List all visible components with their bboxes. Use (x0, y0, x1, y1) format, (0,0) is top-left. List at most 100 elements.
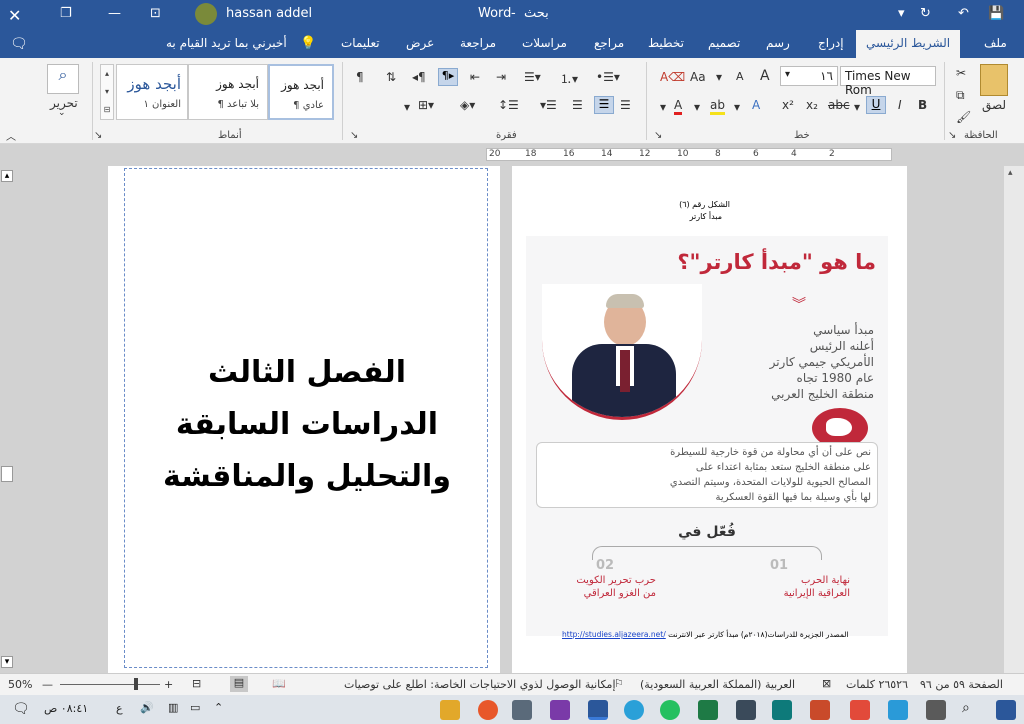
style-heading1[interactable]: أبجد هوز العنوان ١ (116, 64, 188, 120)
tab-help[interactable]: تعليمات (341, 36, 380, 50)
powerpoint-icon[interactable] (810, 700, 830, 720)
justify-icon[interactable]: ☰ (572, 98, 583, 112)
zoom-slider[interactable] (60, 684, 160, 685)
focus-icon[interactable]: ⊟ (192, 677, 201, 690)
font-color-icon[interactable]: A (674, 98, 683, 115)
zoom-out-icon[interactable]: — (42, 678, 53, 691)
italic-button[interactable]: I (898, 98, 902, 112)
visual-studio-icon[interactable] (550, 700, 570, 720)
word-taskbar-icon[interactable] (588, 700, 608, 720)
tab-design[interactable]: تصميم (708, 36, 740, 50)
dialog-launcher-icon[interactable]: ↘ (948, 130, 956, 141)
source-link[interactable]: http://studies.aljazeera.net/ (562, 630, 666, 639)
tray-chevron-icon[interactable]: ⌃ (214, 701, 223, 714)
tab-review[interactable]: مراجعة (460, 36, 496, 50)
search-icon[interactable]: ⌕ (962, 700, 982, 720)
restore-window-icon[interactable]: ❐ (60, 6, 72, 21)
accessibility-status[interactable]: إمكانية الوصول لذوي الاحتياجات الخاصة: ا… (344, 678, 616, 691)
chevron-down-icon[interactable]: ▾ (404, 100, 410, 114)
redo-icon[interactable]: ↻ (920, 6, 931, 21)
ribbon-display-options-icon[interactable]: ⊡ (150, 6, 161, 21)
tell-me-box[interactable]: أخبرني بما تريد القيام به (166, 36, 287, 50)
vertical-ruler[interactable]: ▴ (1004, 166, 1024, 673)
shading-icon[interactable]: ◈▾ (460, 98, 475, 112)
avatar[interactable] (195, 3, 217, 25)
bullets-icon[interactable]: •☰▾ (596, 70, 620, 84)
dialog-launcher-icon[interactable]: ↘ (654, 130, 662, 141)
start-icon[interactable] (996, 700, 1016, 720)
grow-font-icon[interactable]: A (760, 68, 770, 84)
user-name[interactable]: hassan addel (226, 6, 312, 21)
underline-button[interactable]: U (866, 96, 886, 114)
ltr-icon[interactable]: ◂¶ (412, 70, 426, 84)
tab-view[interactable]: عرض (406, 36, 434, 50)
increase-indent-icon[interactable]: ⇤ (470, 70, 480, 84)
sort-icon[interactable]: ⇅ (386, 70, 396, 84)
comments-icon[interactable]: 🗨 (10, 36, 28, 52)
telegram-icon[interactable] (624, 700, 644, 720)
excel-icon[interactable] (698, 700, 718, 720)
notifications-icon[interactable]: 🗨 (12, 701, 30, 717)
acrobat-icon[interactable] (850, 700, 870, 720)
line-spacing-icon[interactable]: ↕☰ (498, 98, 519, 112)
horizontal-ruler[interactable]: 20 18 16 14 12 10 8 6 4 2 (486, 148, 892, 161)
superscript-icon[interactable]: x² (782, 98, 794, 112)
decrease-indent-icon[interactable]: ⇥ (496, 70, 506, 84)
tab-file[interactable]: ملف (984, 36, 1007, 50)
subscript-icon[interactable]: x₂ (806, 98, 818, 112)
numbering-icon[interactable]: ⒈▾ (560, 70, 578, 87)
font-size-select[interactable]: ١٦ ▾ (780, 66, 838, 86)
publisher-icon[interactable] (772, 700, 792, 720)
left-page[interactable]: الفصل الثالث الدراسات السابقة والتحليل و… (108, 166, 500, 673)
task-view-icon[interactable] (926, 700, 946, 720)
scroll-up-icon[interactable]: ▴ (1, 170, 13, 182)
chevron-down-icon[interactable]: ⌄ (58, 108, 66, 118)
firefox-icon[interactable] (478, 700, 498, 720)
network-icon[interactable]: ▥ (168, 701, 178, 714)
page-count[interactable]: الصفحة ٥٩ من ٩٦ (920, 678, 1003, 691)
close-window-icon[interactable]: ✕ (8, 6, 21, 25)
tab-mailings[interactable]: مراسلات (522, 36, 567, 50)
tab-layout[interactable]: تخطيط (648, 36, 684, 50)
calculator-icon[interactable] (512, 700, 532, 720)
scroll-thumb[interactable] (1, 466, 13, 482)
style-no-spacing[interactable]: أبجد هوز ¶ بلا تباعد (188, 64, 268, 120)
tab-references[interactable]: مراجع (594, 36, 624, 50)
scroll-down-icon[interactable]: ▾ (1, 656, 13, 668)
paste-button[interactable]: لصق (982, 98, 1006, 112)
distributed-icon[interactable]: ▾☰ (540, 98, 557, 112)
shrink-font-icon[interactable]: A (736, 70, 744, 83)
undo-icon[interactable]: ↶ (958, 6, 969, 21)
proofing-icon[interactable]: ⊠ (822, 677, 831, 690)
font-name-select[interactable]: Times New Rom (840, 66, 936, 97)
align-right-icon[interactable]: ☰ (594, 96, 614, 114)
find-icon[interactable]: ⌕ (47, 64, 79, 94)
styles-scroll[interactable]: ▴ ▾ ⊟ (100, 64, 114, 120)
input-language[interactable]: ع (116, 702, 123, 715)
change-case-icon[interactable]: Aa (690, 70, 706, 84)
collapse-ribbon-icon[interactable]: ︿ (6, 128, 16, 143)
read-mode-icon[interactable]: 📖 (272, 677, 286, 690)
clock[interactable]: ٠٨:٤١ ص (44, 702, 88, 715)
highlight-icon[interactable]: ab (710, 98, 725, 115)
customize-toolbar-icon[interactable]: ▾ (898, 6, 905, 21)
file-explorer-icon[interactable] (440, 700, 460, 720)
word-count[interactable]: ٢٦٥٢٦ كلمات (846, 678, 908, 691)
dialog-launcher-icon[interactable]: ↘ (94, 130, 102, 141)
text-effects-icon[interactable]: A (752, 98, 760, 112)
language-status[interactable]: العربية (المملكة العربية السعودية) (640, 678, 795, 691)
zoom-level[interactable]: 50% (8, 678, 32, 691)
app-icon[interactable] (736, 700, 756, 720)
pilcrow-icon[interactable]: ¶ (356, 70, 364, 84)
volume-icon[interactable]: 🔊 (140, 701, 154, 714)
minimize-window-icon[interactable]: — (108, 6, 121, 21)
save-icon[interactable]: 💾 (988, 6, 1004, 21)
print-layout-icon[interactable]: ▤ (230, 676, 248, 692)
dialog-launcher-icon[interactable]: ↘ (350, 130, 358, 141)
paste-icon[interactable] (980, 64, 1008, 96)
edge-icon[interactable] (888, 700, 908, 720)
zoom-in-icon[interactable]: + (164, 678, 173, 691)
chevron-down-icon[interactable]: ▾ (660, 100, 666, 114)
tab-draw[interactable]: رسم (766, 36, 790, 50)
align-center-icon[interactable]: ☰ (620, 98, 631, 112)
